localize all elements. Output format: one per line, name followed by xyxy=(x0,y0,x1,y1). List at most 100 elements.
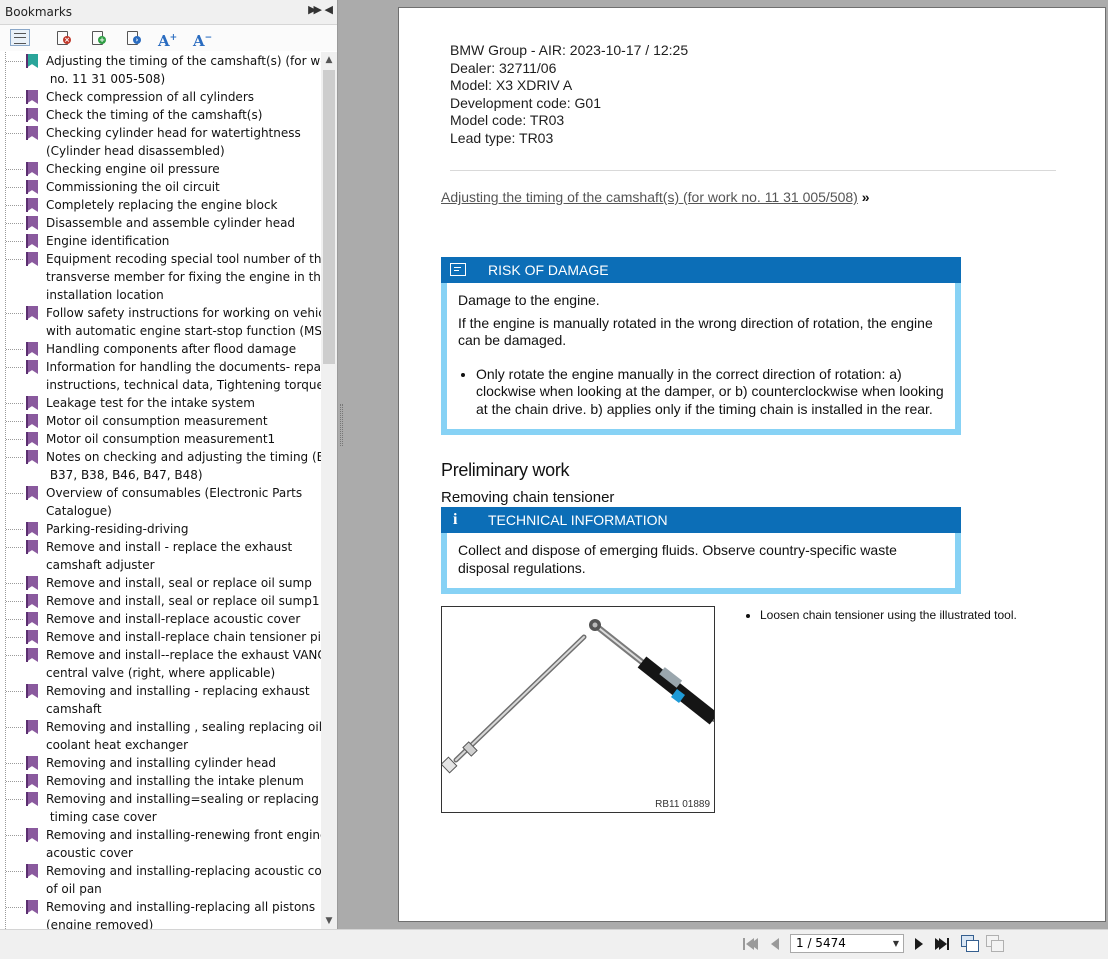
bookmark-item[interactable]: Remove and install--replace the exhaust … xyxy=(0,646,321,682)
bookmark-item[interactable]: Adjusting the timing of the camshaft(s) … xyxy=(0,52,321,88)
bookmark-item[interactable]: Motor oil consumption measurement1 xyxy=(0,430,321,448)
bookmark-item[interactable]: Information for handling the documents- … xyxy=(0,358,321,394)
bookmark-item[interactable]: Removing and installing-replacing all pi… xyxy=(0,898,321,929)
bookmark-item[interactable]: Remove and install-replace acoustic cove… xyxy=(0,610,321,628)
tree-connector xyxy=(6,169,23,170)
tree-connector xyxy=(6,547,23,548)
bookmark-icon-edge xyxy=(26,540,28,554)
bookmark-item[interactable]: Checking engine oil pressure xyxy=(0,160,321,178)
bookmark-item[interactable]: Removing and installing-renewing front e… xyxy=(0,826,321,862)
scrollbar-thumb[interactable] xyxy=(323,70,335,364)
bookmark-item[interactable]: Remove and install - replace the exhaust… xyxy=(0,538,321,574)
bookmark-item[interactable]: Remove and install, seal or replace oil … xyxy=(0,592,321,610)
bookmark-label-line: instructions, technical data, Tightening… xyxy=(46,378,321,392)
related-procedure-link[interactable]: Adjusting the timing of the camshaft(s) … xyxy=(441,189,858,205)
bookmark-item[interactable]: Remove and install, seal or replace oil … xyxy=(0,574,321,592)
tree-connector xyxy=(6,691,23,692)
bookmark-label-line: Removing and installing-renewing front e… xyxy=(46,828,321,842)
bookmark-icon-edge xyxy=(26,594,28,608)
bookmark-item[interactable]: Handling components after flood damage xyxy=(0,340,321,358)
bookmark-item[interactable]: Equipment recoding special tool number o… xyxy=(0,250,321,304)
bookmark-item[interactable]: Removing and installing-replacing acoust… xyxy=(0,862,321,898)
bookmark-item[interactable]: Remove and install-replace chain tension… xyxy=(0,628,321,646)
bookmark-item[interactable]: Commissioning the oil circuit xyxy=(0,178,321,196)
page-number-select[interactable]: 1 / 5474 ▼ xyxy=(790,934,904,953)
tree-connector xyxy=(6,61,23,62)
bookmark-label-line: camshaft xyxy=(46,702,102,716)
continuous-view-icon[interactable] xyxy=(986,935,1004,952)
bookmark-item[interactable]: Engine identification xyxy=(0,232,321,250)
bookmark-label: Commissioning the oil circuit xyxy=(46,178,321,196)
previous-page-icon[interactable] xyxy=(767,936,783,952)
bookmark-label-line: Check the timing of the camshaft(s) xyxy=(46,108,263,122)
bookmark-item[interactable]: Check compression of all cylinders xyxy=(0,88,321,106)
tree-connector xyxy=(6,619,23,620)
tree-connector xyxy=(6,97,23,98)
next-page-icon[interactable] xyxy=(911,936,927,952)
bookmark-item[interactable]: Leakage test for the intake system xyxy=(0,394,321,412)
last-page-icon[interactable] xyxy=(934,936,950,952)
bookmark-item[interactable]: Removing and installing cylinder head xyxy=(0,754,321,772)
bookmarks-title: Bookmarks xyxy=(5,5,73,19)
bookmark-item[interactable]: Check the timing of the camshaft(s) xyxy=(0,106,321,124)
bookmark-icon-edge xyxy=(26,522,28,536)
bookmark-item[interactable]: Completely replacing the engine block xyxy=(0,196,321,214)
increase-font-icon[interactable]: A+ xyxy=(158,29,178,50)
bookmark-item[interactable]: Disassemble and assemble cylinder head xyxy=(0,214,321,232)
first-page-icon[interactable] xyxy=(741,936,758,952)
bookmark-label-line: Checking engine oil pressure xyxy=(46,162,220,176)
bookmark-label-line: Equipment recoding special tool number o… xyxy=(46,252,321,266)
bookmark-label-line: Removing and installing , sealing replac… xyxy=(46,720,321,734)
torque-wrench-illustration xyxy=(440,619,719,774)
bookmark-item[interactable]: Checking cylinder head for watertightnes… xyxy=(0,124,321,160)
bookmark-icon-edge xyxy=(26,108,28,122)
document-metadata: BMW Group - AIR: 2023-10-17 / 12:25 Deal… xyxy=(450,42,688,147)
page-navigation-bar: 1 / 5474 ▼ xyxy=(0,929,1108,959)
tree-connector xyxy=(6,133,23,134)
find-bookmark-icon[interactable]: › xyxy=(122,29,142,47)
tree-connector xyxy=(6,403,23,404)
page-view-icon[interactable] xyxy=(961,935,979,952)
bookmark-item[interactable]: Follow safety instructions for working o… xyxy=(0,304,321,340)
bookmark-item[interactable]: Removing and installing=sealing or repla… xyxy=(0,790,321,826)
bookmark-item[interactable]: Notes on checking and adjusting the timi… xyxy=(0,448,321,484)
bookmark-item[interactable]: Removing and installing , sealing replac… xyxy=(0,718,321,754)
bookmarks-header: Bookmarks ▶▶ ◀ xyxy=(0,0,337,25)
bookmark-item[interactable]: Motor oil consumption measurement xyxy=(0,412,321,430)
bookmark-label-line: (Cylinder head disassembled) xyxy=(46,144,225,158)
bookmark-label: Equipment recoding special tool number o… xyxy=(46,250,321,304)
bookmark-label-line: acoustic cover xyxy=(46,846,133,860)
notice-title: TECHNICAL INFORMATION xyxy=(488,512,668,528)
add-bookmark-icon[interactable]: + xyxy=(87,29,107,47)
bookmark-label: Removing and installing-renewing front e… xyxy=(46,826,321,862)
tree-connector xyxy=(6,529,23,530)
tree-connector xyxy=(6,601,23,602)
bookmark-label-line: timing case cover xyxy=(46,810,157,824)
bookmark-icon-edge xyxy=(26,684,28,698)
bookmark-icon-edge xyxy=(26,648,28,662)
bookmark-options-icon[interactable] xyxy=(10,29,30,46)
bookmark-item[interactable]: Overview of consumables (Electronic Part… xyxy=(0,484,321,520)
scroll-down-icon[interactable]: ▼ xyxy=(321,913,337,929)
bookmark-label-line: camshaft adjuster xyxy=(46,558,155,572)
bookmarks-panel: Bookmarks ▶▶ ◀ × + › A+ A− Adjusting the… xyxy=(0,0,338,929)
panel-splitter[interactable] xyxy=(340,404,343,446)
bookmark-label: Check compression of all cylinders xyxy=(46,88,321,106)
bookmark-label: Disassemble and assemble cylinder head xyxy=(46,214,321,232)
bookmark-scrollbar[interactable]: ▲ ▼ xyxy=(321,52,337,929)
tree-connector xyxy=(6,871,23,872)
delete-bookmark-icon[interactable]: × xyxy=(52,29,72,47)
bookmark-item[interactable]: Removing and installing - replacing exha… xyxy=(0,682,321,718)
instruction-bullet: Loosen chain tensioner using the illustr… xyxy=(760,608,1017,622)
tree-connector xyxy=(6,205,23,206)
decrease-font-icon[interactable]: A− xyxy=(193,29,213,50)
collapse-panel-icon[interactable]: ◀ xyxy=(325,3,333,16)
bookmark-item[interactable]: Parking-residing-driving xyxy=(0,520,321,538)
bookmark-label: Overview of consumables (Electronic Part… xyxy=(46,484,321,520)
bookmark-label-line: Disassemble and assemble cylinder head xyxy=(46,216,296,230)
bookmark-icon-edge xyxy=(26,198,28,212)
scroll-up-icon[interactable]: ▲ xyxy=(321,52,337,68)
expand-panel-icon[interactable]: ▶▶ xyxy=(308,3,322,16)
bookmark-item[interactable]: Removing and installing the intake plenu… xyxy=(0,772,321,790)
bookmark-label-line: coolant heat exchanger xyxy=(46,738,189,752)
